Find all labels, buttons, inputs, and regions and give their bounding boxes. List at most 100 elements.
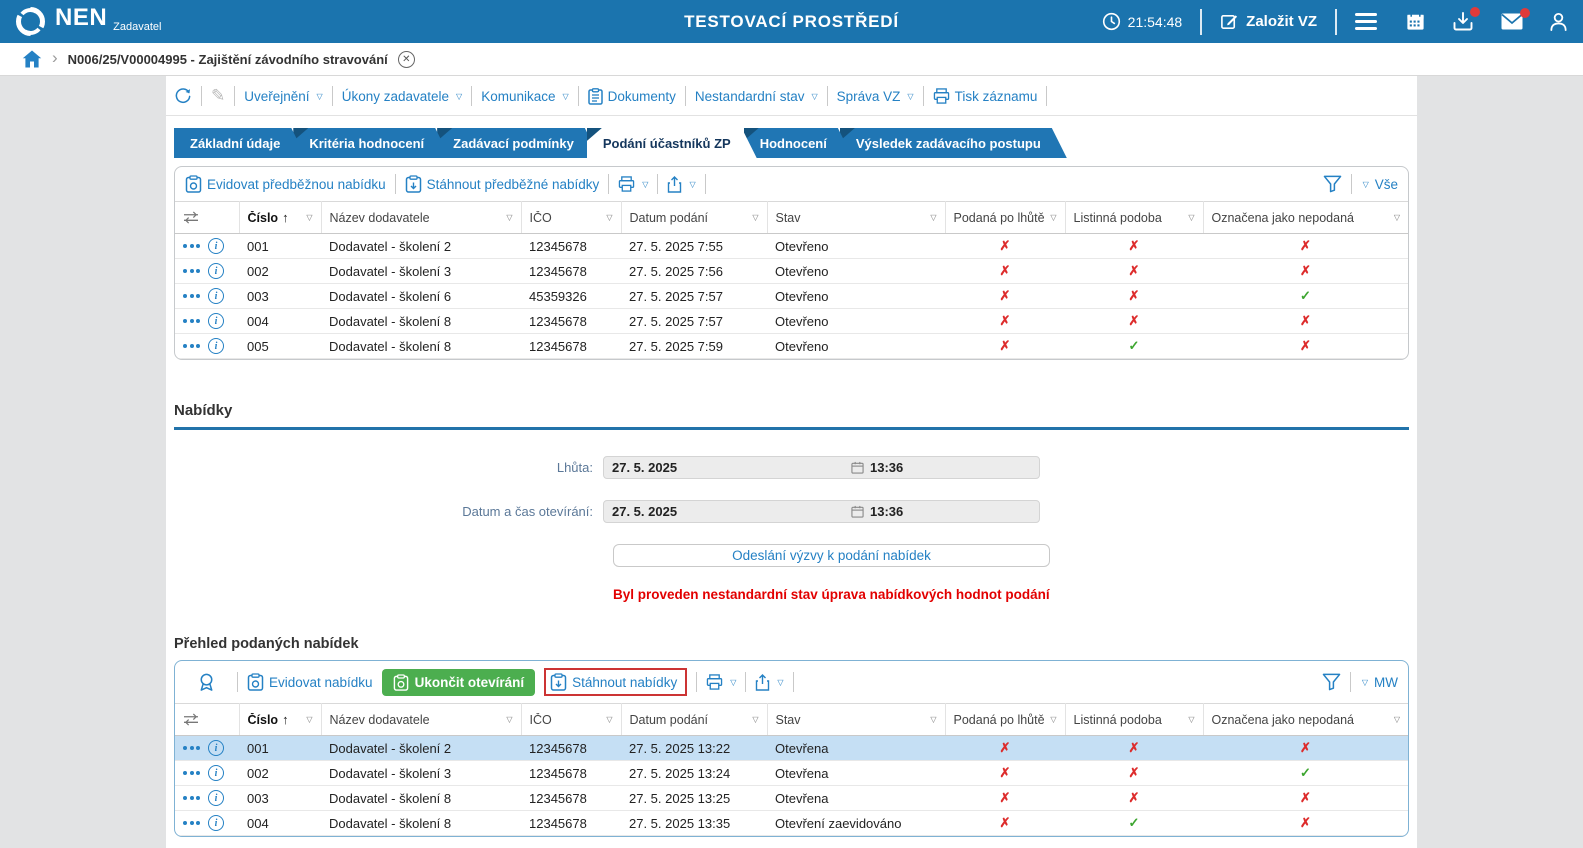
- column-filter-icon[interactable]: ▽: [1394, 213, 1400, 222]
- history-button[interactable]: [174, 87, 192, 105]
- menu-nestandardni-stav[interactable]: Nestandardní stav▽: [695, 89, 818, 104]
- column-header[interactable]: Datum podání▽: [621, 704, 767, 736]
- table-row[interactable]: i002Dodavatel - školení 31234567827. 5. …: [175, 259, 1408, 284]
- row-menu-icon[interactable]: [183, 294, 200, 298]
- row-menu-icon[interactable]: [183, 796, 200, 800]
- row-info-icon[interactable]: i: [208, 815, 224, 831]
- tab-4[interactable]: Podání účastníků ZP: [587, 128, 757, 158]
- menu-sprava-vz[interactable]: Správa VZ▽: [837, 89, 914, 104]
- column-header[interactable]: Listinná podoba▽: [1065, 704, 1203, 736]
- menu-dokumenty[interactable]: Dokumenty: [588, 88, 676, 105]
- otevirani-datetime-field[interactable]: 27. 5. 2025 13:36: [603, 500, 1040, 523]
- tab-1[interactable]: Základní údaje: [174, 128, 306, 158]
- column-header[interactable]: IČO▽: [521, 704, 621, 736]
- row-info-icon[interactable]: i: [208, 338, 224, 354]
- messages-button[interactable]: [1500, 12, 1524, 31]
- row-menu-icon[interactable]: [183, 821, 200, 825]
- export-table-button[interactable]: ▽: [755, 674, 783, 691]
- column-header[interactable]: Stav▽: [767, 704, 945, 736]
- view-filter-dropdown[interactable]: ▽ Vše: [1361, 177, 1398, 192]
- column-filter-icon[interactable]: ▽: [1188, 213, 1194, 222]
- column-filter-icon[interactable]: ▽: [506, 213, 512, 222]
- row-menu-icon[interactable]: [183, 269, 200, 273]
- export-table-button[interactable]: ▽: [667, 176, 695, 193]
- stahnout-nabidky-button[interactable]: Stáhnout nabídky: [550, 673, 677, 691]
- menu-tisk-zaznamu[interactable]: Tisk záznamu: [933, 88, 1038, 104]
- calendar-button[interactable]: [1405, 11, 1426, 32]
- column-header[interactable]: Datum podání▽: [621, 202, 767, 234]
- row-info-icon[interactable]: i: [208, 263, 224, 279]
- table-row[interactable]: i003Dodavatel - školení 64535932627. 5. …: [175, 284, 1408, 309]
- odeslani-vyzvy-button[interactable]: Odeslání výzvy k podání nabídek: [613, 544, 1050, 567]
- column-header[interactable]: Číslo↑▽: [239, 704, 321, 736]
- breadcrumb-item[interactable]: N006/25/V00004995 - Zajištění závodního …: [68, 52, 388, 67]
- column-settings-header[interactable]: [175, 202, 239, 234]
- profile-button[interactable]: [1548, 11, 1569, 32]
- evidovat-predbeznou-nabidku-button[interactable]: Evidovat předběžnou nabídku: [185, 175, 386, 193]
- tab-3[interactable]: Zadávací podmínky: [437, 128, 600, 158]
- print-table-button[interactable]: ▽: [706, 674, 736, 690]
- column-filter-icon[interactable]: ▽: [1050, 715, 1056, 724]
- tab-2[interactable]: Kritéria hodnocení: [293, 128, 450, 158]
- row-menu-icon[interactable]: [183, 344, 200, 348]
- stahnout-predbezne-nabidky-button[interactable]: Stáhnout předběžné nabídky: [405, 175, 600, 193]
- column-header[interactable]: Listinná podoba▽: [1065, 202, 1203, 234]
- tab-5[interactable]: Hodnocení: [744, 128, 853, 158]
- nen-logo[interactable]: NEN Zadavatel: [14, 5, 161, 38]
- table-row[interactable]: i005Dodavatel - školení 81234567827. 5. …: [175, 334, 1408, 359]
- column-header[interactable]: Podaná po lhůtě▽: [945, 202, 1065, 234]
- column-filter-icon[interactable]: ▽: [930, 715, 936, 724]
- column-header[interactable]: IČO▽: [521, 202, 621, 234]
- edit-record-icon[interactable]: ✎: [211, 86, 225, 106]
- filter-icon[interactable]: [1322, 673, 1341, 691]
- table-row[interactable]: i003Dodavatel - školení 81234567827. 5. …: [175, 786, 1408, 811]
- print-table-button[interactable]: ▽: [618, 176, 648, 192]
- table-row[interactable]: i004Dodavatel - školení 81234567827. 5. …: [175, 309, 1408, 334]
- column-settings-header[interactable]: [175, 704, 239, 736]
- tab-6[interactable]: Výsledek zadávacího postupu: [840, 128, 1067, 158]
- table-row[interactable]: i004Dodavatel - školení 81234567827. 5. …: [175, 811, 1408, 836]
- column-header[interactable]: Podaná po lhůtě▽: [945, 704, 1065, 736]
- column-filter-icon[interactable]: ▽: [1050, 213, 1056, 222]
- column-filter-icon[interactable]: ▽: [1188, 715, 1194, 724]
- row-info-icon[interactable]: i: [208, 288, 224, 304]
- row-menu-icon[interactable]: [183, 771, 200, 775]
- create-vz-button[interactable]: Založit VZ: [1220, 12, 1317, 31]
- column-header[interactable]: Stav▽: [767, 202, 945, 234]
- row-menu-icon[interactable]: [183, 244, 200, 248]
- row-info-icon[interactable]: i: [208, 313, 224, 329]
- column-filter-icon[interactable]: ▽: [306, 213, 312, 222]
- award-button[interactable]: [185, 672, 228, 692]
- column-header[interactable]: Označena jako nepodaná▽: [1203, 704, 1408, 736]
- column-filter-icon[interactable]: ▽: [606, 213, 612, 222]
- table-row[interactable]: i001Dodavatel - školení 21234567827. 5. …: [175, 736, 1408, 761]
- row-info-icon[interactable]: i: [208, 765, 224, 781]
- downloads-button[interactable]: [1452, 11, 1474, 32]
- row-info-icon[interactable]: i: [208, 238, 224, 254]
- row-info-icon[interactable]: i: [208, 740, 224, 756]
- breadcrumb-close-icon[interactable]: ✕: [398, 51, 415, 68]
- column-filter-icon[interactable]: ▽: [752, 213, 758, 222]
- column-header[interactable]: Název dodavatele▽: [321, 704, 521, 736]
- table-row[interactable]: i002Dodavatel - školení 31234567827. 5. …: [175, 761, 1408, 786]
- row-menu-icon[interactable]: [183, 319, 200, 323]
- row-info-icon[interactable]: i: [208, 790, 224, 806]
- column-header[interactable]: Číslo↑▽: [239, 202, 321, 234]
- column-filter-icon[interactable]: ▽: [506, 715, 512, 724]
- column-header[interactable]: Název dodavatele▽: [321, 202, 521, 234]
- ukoncit-otevirani-button[interactable]: Ukončit otevírání: [382, 669, 536, 696]
- column-settings-icon[interactable]: [183, 211, 199, 225]
- menu-uverejneni[interactable]: Uveřejnění▽: [244, 89, 322, 104]
- home-icon[interactable]: [22, 50, 42, 68]
- column-filter-icon[interactable]: ▽: [306, 715, 312, 724]
- filter-icon[interactable]: [1323, 175, 1342, 193]
- column-filter-icon[interactable]: ▽: [930, 213, 936, 222]
- column-filter-icon[interactable]: ▽: [752, 715, 758, 724]
- menu-ukony-zadavatele[interactable]: Úkony zadavatele▽: [342, 89, 462, 104]
- menu-icon[interactable]: [1355, 13, 1377, 30]
- column-filter-icon[interactable]: ▽: [1394, 715, 1400, 724]
- column-filter-icon[interactable]: ▽: [606, 715, 612, 724]
- view-filter-dropdown[interactable]: ▽ MW: [1360, 675, 1398, 690]
- evidovat-nabidku-button[interactable]: Evidovat nabídku: [247, 673, 373, 691]
- menu-komunikace[interactable]: Komunikace▽: [481, 89, 568, 104]
